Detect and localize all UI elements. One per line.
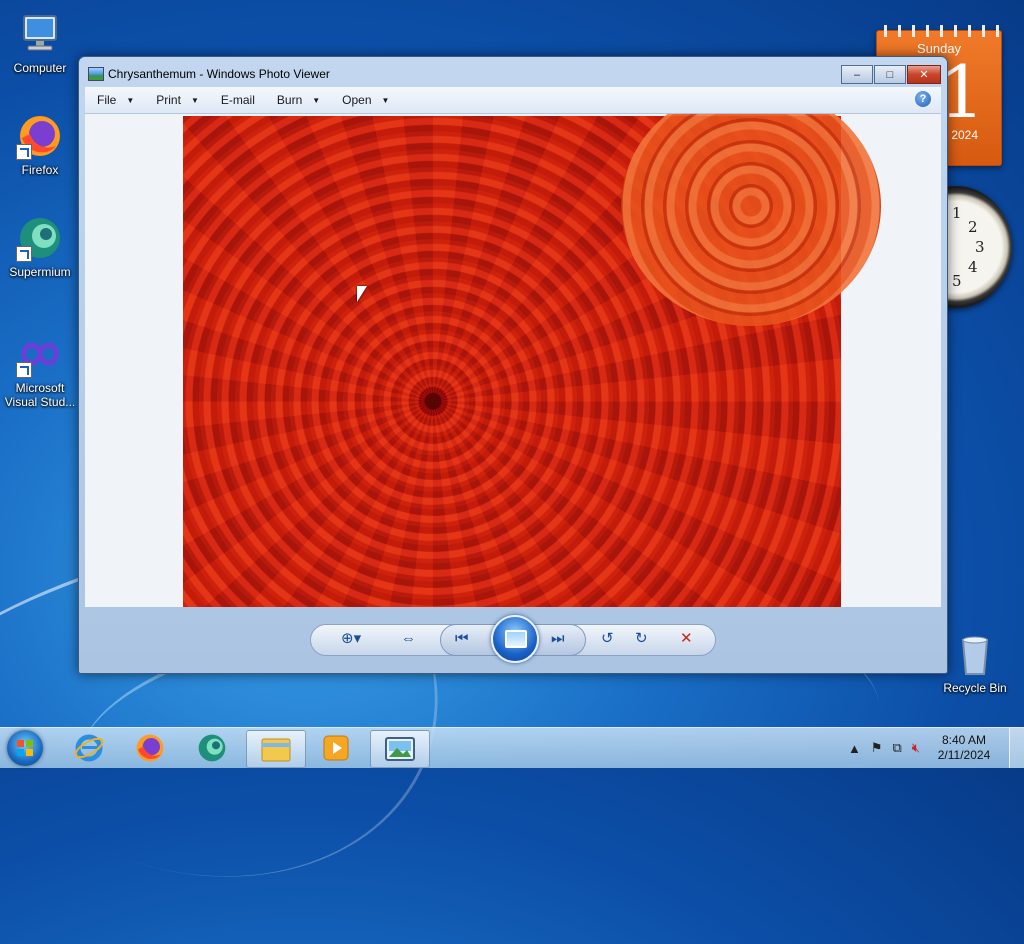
recycle-bin-icon [951, 630, 999, 678]
photo-viewer-app-icon [88, 67, 104, 81]
taskbar-item-media-player[interactable] [307, 730, 365, 766]
desktop-icon-computer[interactable]: Computer [0, 10, 80, 75]
dropdown-arrow-icon: ▼ [190, 95, 199, 105]
media-player-icon [323, 735, 349, 761]
menu-file[interactable]: File ▼ [85, 87, 144, 113]
shortcut-arrow-icon [16, 362, 32, 378]
chrysanthemum-photo [183, 114, 881, 607]
mouse-cursor-icon [357, 286, 367, 302]
system-tray: ▲ ⚑ ⧉ 🔇︎ 8:40 AM 2/11/2024 [843, 728, 1024, 768]
taskbar-item-photo-viewer[interactable] [370, 730, 430, 768]
maximize-button[interactable]: □ [874, 65, 906, 84]
slideshow-icon [505, 630, 527, 648]
desktop-icon-firefox[interactable]: Firefox [0, 112, 80, 177]
clock-number: 5 [952, 272, 962, 290]
desktop-icon-label: Microsoft Visual Stud... [4, 381, 76, 409]
taskbar-date: 2/11/2024 [937, 748, 991, 762]
volume-muted-icon[interactable]: 🔇︎ [912, 740, 920, 756]
close-button[interactable]: ✕ [907, 65, 941, 84]
taskbar-item-firefox[interactable] [121, 730, 179, 766]
shortcut-arrow-icon [16, 246, 32, 262]
taskbar-item-supermium[interactable] [183, 730, 241, 766]
taskbar-time: 8:40 AM [941, 733, 987, 747]
desktop-icon-label: Supermium [9, 265, 71, 279]
firefox-icon [16, 112, 64, 160]
help-icon[interactable]: ? [915, 91, 931, 107]
menu-burn[interactable]: Burn ▼ [265, 87, 330, 113]
title-bar[interactable]: Chrysanthemum - Windows Photo Viewer – □… [79, 57, 947, 87]
dropdown-arrow-icon: ▼ [126, 95, 135, 105]
clock-number: 2 [968, 218, 978, 236]
menu-print[interactable]: Print ▼ [144, 87, 209, 113]
previous-button[interactable]: ⏮ [455, 629, 469, 649]
slideshow-button[interactable] [491, 615, 539, 663]
menu-label: Print [156, 93, 181, 107]
desktop-icon-label: Recycle Bin [943, 681, 1007, 695]
supermium-icon [198, 734, 226, 762]
windows-logo-icon [17, 740, 33, 756]
visual-studio-icon [16, 330, 64, 378]
start-button[interactable] [7, 730, 43, 766]
desktop-icon-supermium[interactable]: Supermium [0, 214, 80, 279]
desktop-icon-label: Computer [13, 61, 67, 75]
show-hidden-icons-icon[interactable]: ▲ [848, 741, 861, 756]
show-desktop-button[interactable] [1009, 728, 1024, 768]
action-center-flag-icon[interactable]: ⚑ [871, 740, 883, 756]
window-controls: – □ ✕ [841, 65, 941, 84]
menu-label: Open [342, 93, 372, 107]
menu-open[interactable]: Open ▼ [330, 87, 399, 113]
firefox-icon [136, 734, 164, 762]
photo-viewer-icon [385, 737, 415, 761]
window-title: Chrysanthemum - Windows Photo Viewer [108, 67, 330, 81]
supermium-icon [16, 214, 64, 262]
command-bar: File ▼ Print ▼ E-mail Burn ▼ Open ▼ ? [85, 87, 941, 114]
clock-number: 1 [952, 204, 962, 222]
minimize-button[interactable]: – [841, 65, 873, 84]
internet-explorer-icon [74, 734, 104, 762]
clock-number: 4 [968, 258, 978, 276]
calendar-rings [877, 25, 1001, 37]
clock-number: 3 [975, 238, 985, 256]
delete-button[interactable]: ✕ [680, 629, 693, 649]
taskbar-clock[interactable]: 8:40 AM 2/11/2024 [929, 733, 999, 763]
next-button[interactable]: ⏭ [551, 629, 565, 649]
folder-icon [261, 738, 291, 762]
image-viewport[interactable] [85, 114, 941, 607]
taskbar-item-internet-explorer[interactable] [60, 730, 118, 766]
fit-to-window-button[interactable]: ⇔ [401, 629, 416, 649]
photo-viewer-window[interactable]: Chrysanthemum - Windows Photo Viewer – □… [78, 56, 948, 674]
menu-label: File [97, 93, 117, 107]
menu-email[interactable]: E-mail [209, 87, 265, 113]
rotate-clockwise-button[interactable]: ↻ [635, 629, 648, 649]
zoom-button[interactable]: ⊕▾ [341, 629, 361, 649]
desktop-icon-visual-studio[interactable]: Microsoft Visual Stud... [0, 330, 80, 409]
playback-toolbar: ⊕▾ ⇔ ⏮ ⏭ ↺ ↻ ✕ [79, 609, 947, 671]
shortcut-arrow-icon [16, 144, 32, 160]
computer-icon [16, 10, 64, 58]
network-icon[interactable]: ⧉ [893, 740, 902, 756]
desktop-icon-label: Firefox [21, 163, 59, 177]
taskbar: ▲ ⚑ ⧉ 🔇︎ 8:40 AM 2/11/2024 [0, 727, 1024, 768]
taskbar-item-windows-explorer[interactable] [246, 730, 306, 768]
menu-label: Burn [276, 93, 303, 107]
dropdown-arrow-icon: ▼ [381, 95, 390, 105]
rotate-counterclockwise-button[interactable]: ↺ [601, 629, 614, 649]
dropdown-arrow-icon: ▼ [312, 95, 321, 105]
menu-label: E-mail [220, 93, 255, 107]
